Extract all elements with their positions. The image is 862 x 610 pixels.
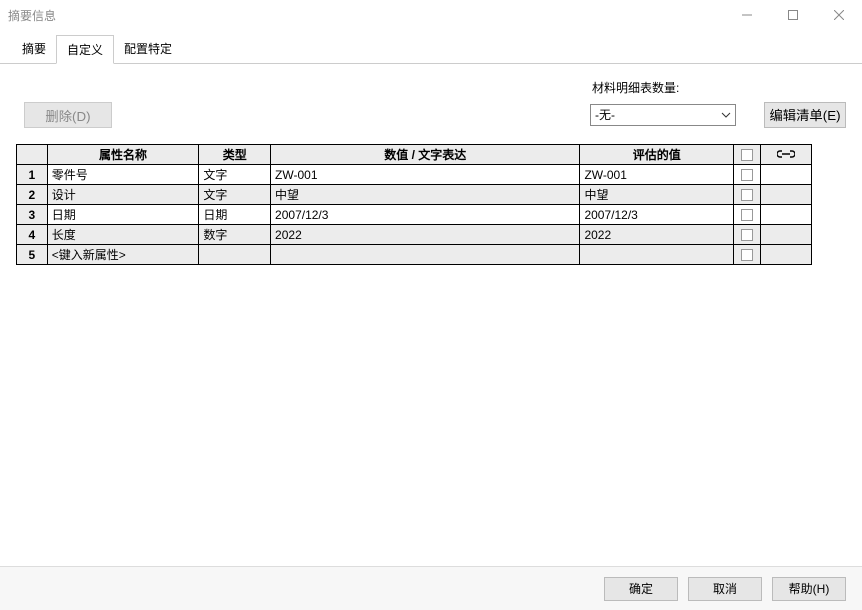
bom-selected-value: -无- — [595, 106, 615, 123]
bom-count-label: 材料明细表数量: — [590, 79, 846, 96]
cell-value[interactable]: 2022 — [271, 225, 580, 245]
properties-table: 属性名称 类型 数值 / 文字表达 评估的值 1 零件号 文字 — [16, 144, 812, 265]
cell-checkbox[interactable] — [734, 165, 761, 185]
row-number: 1 — [17, 165, 48, 185]
minimize-button[interactable] — [724, 0, 770, 30]
cell-type[interactable] — [199, 245, 271, 265]
table-row[interactable]: 1 零件号 文字 ZW-001 ZW-001 — [17, 165, 812, 185]
cell-name[interactable]: 日期 — [47, 205, 199, 225]
link-icon — [777, 148, 795, 162]
cell-name[interactable]: 设计 — [47, 185, 199, 205]
cell-link[interactable] — [760, 185, 811, 205]
row-number: 5 — [17, 245, 48, 265]
row-number: 3 — [17, 205, 48, 225]
cell-link[interactable] — [760, 205, 811, 225]
cell-link[interactable] — [760, 245, 811, 265]
cell-value[interactable]: 中望 — [271, 185, 580, 205]
cell-name-placeholder[interactable]: <键入新属性> — [47, 245, 199, 265]
help-button[interactable]: 帮助(H) — [772, 577, 846, 601]
close-button[interactable] — [816, 0, 862, 30]
row-checkbox[interactable] — [741, 209, 753, 221]
maximize-icon — [788, 10, 798, 20]
cell-link[interactable] — [760, 225, 811, 245]
cell-eval: ZW-001 — [580, 165, 734, 185]
cell-checkbox[interactable] — [734, 185, 761, 205]
cancel-button[interactable]: 取消 — [688, 577, 762, 601]
bom-block: 材料明细表数量: -无- 编辑清单(E) — [590, 79, 846, 128]
delete-button[interactable]: 删除(D) — [24, 102, 112, 128]
cell-type[interactable]: 日期 — [199, 205, 271, 225]
tab-custom[interactable]: 自定义 — [56, 35, 114, 64]
row-number: 4 — [17, 225, 48, 245]
row-checkbox[interactable] — [741, 169, 753, 181]
cell-checkbox[interactable] — [734, 205, 761, 225]
cell-name[interactable]: 零件号 — [47, 165, 199, 185]
table-row[interactable]: 2 设计 文字 中望 中望 — [17, 185, 812, 205]
cell-eval — [580, 245, 734, 265]
close-icon — [834, 10, 844, 20]
window-controls — [724, 0, 862, 30]
cell-eval: 2022 — [580, 225, 734, 245]
edit-list-button[interactable]: 编辑清单(E) — [764, 102, 846, 128]
header-rownum — [17, 145, 48, 165]
row-number: 2 — [17, 185, 48, 205]
cell-value[interactable] — [271, 245, 580, 265]
header-type: 类型 — [199, 145, 271, 165]
cell-eval: 2007/12/3 — [580, 205, 734, 225]
header-eval: 评估的值 — [580, 145, 734, 165]
cell-type[interactable]: 文字 — [199, 185, 271, 205]
tab-bar: 摘要 自定义 配置特定 — [0, 34, 862, 64]
header-link — [760, 145, 811, 165]
table-header-row: 属性名称 类型 数值 / 文字表达 评估的值 — [17, 145, 812, 165]
minimize-icon — [742, 10, 752, 20]
table-row-new[interactable]: 5 <键入新属性> — [17, 245, 812, 265]
row-checkbox[interactable] — [741, 229, 753, 241]
header-value: 数值 / 文字表达 — [271, 145, 580, 165]
maximize-button[interactable] — [770, 0, 816, 30]
table-row[interactable]: 3 日期 日期 2007/12/3 2007/12/3 — [17, 205, 812, 225]
content-area: 删除(D) 材料明细表数量: -无- 编辑清单(E) 属性名称 类型 数值 / … — [0, 64, 862, 554]
header-checkbox-box[interactable] — [741, 149, 753, 161]
dialog-footer: 确定 取消 帮助(H) — [0, 566, 862, 610]
cell-name[interactable]: 长度 — [47, 225, 199, 245]
row-checkbox[interactable] — [741, 189, 753, 201]
cell-type[interactable]: 文字 — [199, 165, 271, 185]
bom-count-select[interactable]: -无- — [590, 104, 736, 126]
toolbar: 删除(D) 材料明细表数量: -无- 编辑清单(E) — [0, 64, 862, 136]
cell-checkbox[interactable] — [734, 245, 761, 265]
header-name: 属性名称 — [47, 145, 199, 165]
window-title: 摘要信息 — [8, 7, 724, 24]
chevron-down-icon — [721, 112, 731, 118]
cell-type[interactable]: 数字 — [199, 225, 271, 245]
header-checkbox — [734, 145, 761, 165]
cell-eval: 中望 — [580, 185, 734, 205]
tab-summary[interactable]: 摘要 — [12, 35, 56, 64]
title-bar: 摘要信息 — [0, 0, 862, 30]
table-row[interactable]: 4 长度 数字 2022 2022 — [17, 225, 812, 245]
bom-controls: -无- 编辑清单(E) — [590, 102, 846, 128]
properties-table-wrap: 属性名称 类型 数值 / 文字表达 评估的值 1 零件号 文字 — [16, 144, 812, 265]
cell-value[interactable]: 2007/12/3 — [271, 205, 580, 225]
row-checkbox[interactable] — [741, 249, 753, 261]
cell-link[interactable] — [760, 165, 811, 185]
tab-config[interactable]: 配置特定 — [114, 35, 182, 64]
cell-value[interactable]: ZW-001 — [271, 165, 580, 185]
ok-button[interactable]: 确定 — [604, 577, 678, 601]
cell-checkbox[interactable] — [734, 225, 761, 245]
